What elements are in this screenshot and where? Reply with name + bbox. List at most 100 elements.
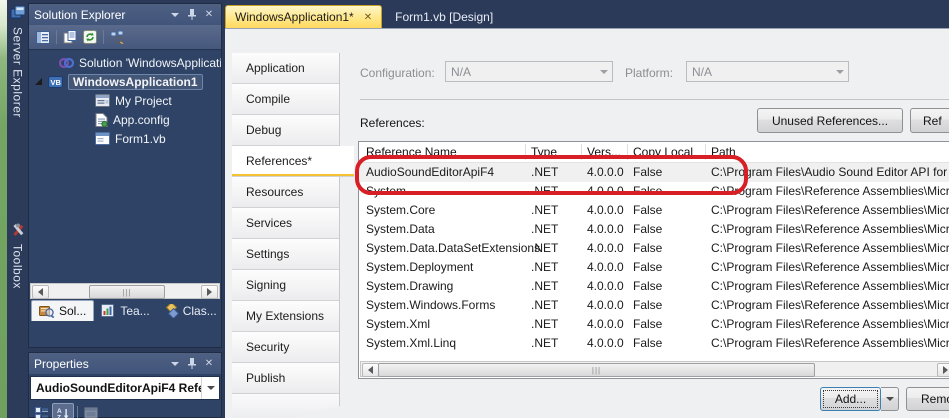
- cell-copy_local: False: [633, 334, 662, 353]
- alphabetical-sort-icon[interactable]: AZ: [52, 403, 74, 418]
- toolbox-icon: [10, 222, 26, 238]
- panel-tab-tea[interactable]: Tea...: [94, 301, 156, 321]
- tree-item-my-project[interactable]: My Project: [29, 91, 221, 110]
- reference-row-system-windows-forms[interactable]: System.Windows.Forms.NET4.0.0.0FalseC:\P…: [359, 296, 949, 315]
- solution-explorer-bottom-tabs: Sol...Tea...Clas...: [29, 299, 221, 321]
- designer-tab-references-[interactable]: References*: [232, 146, 354, 177]
- properties-titlebar[interactable]: Properties ✕: [29, 353, 221, 374]
- scroll-right-arrow[interactable]: [201, 285, 218, 299]
- designer-tab-compile[interactable]: Compile: [232, 84, 339, 115]
- categorized-icon[interactable]: [32, 404, 52, 418]
- combo-dropdown-button[interactable]: [201, 377, 219, 399]
- designer-tab-debug[interactable]: Debug: [232, 115, 339, 146]
- tree-item-app-config[interactable]: App.config: [29, 110, 221, 129]
- reference-row-system-drawing[interactable]: System.Drawing.NET4.0.0.0FalseC:\Program…: [359, 277, 949, 296]
- cell-type: .NET: [531, 258, 558, 277]
- close-button[interactable]: ✕: [202, 357, 216, 371]
- cell-version: 4.0.0.0: [587, 239, 624, 258]
- close-icon[interactable]: ✕: [364, 12, 372, 23]
- class-view-tab-icon: [164, 304, 179, 318]
- sidebar-tab-label: Toolbox: [11, 244, 25, 289]
- tree-expander-icon[interactable]: [35, 78, 42, 85]
- platform-value: N/A: [692, 65, 712, 79]
- show-all-files-icon[interactable]: [60, 28, 80, 46]
- remove-reference-button[interactable]: Remove: [906, 387, 949, 411]
- properties-window-icon[interactable]: [33, 28, 53, 46]
- solution-explorer-titlebar[interactable]: Solution Explorer ✕: [29, 4, 221, 25]
- designer-tab-publish[interactable]: Publish: [232, 363, 339, 394]
- refresh-icon[interactable]: [80, 28, 100, 46]
- scroll-left-arrow[interactable]: [32, 285, 49, 299]
- sidebar-tab-server-explorer[interactable]: Server Explorer: [7, 0, 28, 217]
- reference-row-system-data[interactable]: System.Data.NET4.0.0.0FalseC:\Program Fi…: [359, 220, 949, 239]
- add-reference-button[interactable]: Add...: [820, 387, 881, 411]
- cell-type: .NET: [531, 201, 558, 220]
- cell-type: .NET: [531, 334, 558, 353]
- cell-copy_local: False: [633, 220, 662, 239]
- properties-toolbar: AZ: [29, 400, 221, 418]
- sidebar-tab-label: Server Explorer: [11, 27, 25, 118]
- designer-tab-list: ApplicationCompileDebugReferences*Resour…: [232, 53, 340, 394]
- chevron-down-icon: [886, 397, 894, 401]
- view-class-diagram-icon[interactable]: [107, 28, 127, 46]
- cell-name: System.Drawing: [366, 277, 453, 296]
- cell-name: System.Core: [366, 201, 435, 220]
- close-icon: ✕: [205, 9, 213, 20]
- cell-name: System.Data: [366, 220, 435, 239]
- svg-text:VB: VB: [51, 78, 62, 87]
- panel-title-text: Solution Explorer: [34, 8, 125, 22]
- close-button[interactable]: ✕: [202, 8, 216, 22]
- vs2010-window: Server Explorer Toolbox Solution Explore…: [0, 0, 949, 418]
- pin-button[interactable]: [185, 357, 199, 371]
- vb-project-icon: VB: [48, 75, 63, 89]
- solution-tree[interactable]: Solution 'WindowsApplicatioVBWindowsAppl…: [29, 50, 221, 283]
- tree-item-form1-vb[interactable]: Form1.vb: [29, 129, 221, 148]
- window-menu-button[interactable]: [168, 357, 182, 371]
- cell-path: C:\Program Files\Reference Assemblies\Mi…: [711, 220, 949, 239]
- scroll-right-arrow[interactable]: [937, 363, 949, 377]
- scrollbar-thumb[interactable]: |||: [378, 363, 815, 377]
- designer-tab-services[interactable]: Services: [232, 208, 339, 239]
- autohide-tab-strip: Server Explorer Toolbox: [7, 0, 28, 418]
- scrollbar-thumb[interactable]: |||: [89, 285, 165, 299]
- document-tab-label: WindowsApplication1*: [235, 10, 354, 24]
- tree-item-solution-windowsapplicatio[interactable]: Solution 'WindowsApplicatio: [29, 53, 221, 72]
- panel-tab-sol[interactable]: Sol...: [31, 300, 94, 321]
- unused-references-button[interactable]: Unused References...: [757, 108, 903, 133]
- chevron-down-icon: [207, 386, 215, 390]
- tab-windowsapplication1[interactable]: WindowsApplication1* ✕: [225, 5, 382, 28]
- designer-tab-signing[interactable]: Signing: [232, 270, 339, 301]
- designer-tab-security[interactable]: Security: [232, 332, 339, 363]
- cell-copy_local: False: [633, 201, 662, 220]
- cell-version: 4.0.0.0: [587, 315, 624, 334]
- designer-tab-my-extensions[interactable]: My Extensions: [232, 301, 339, 332]
- references-hscrollbar[interactable]: |||: [360, 361, 949, 377]
- reference-row-system-xml-linq[interactable]: System.Xml.Linq.NET4.0.0.0FalseC:\Progra…: [359, 334, 949, 353]
- solution-explorer-panel: Solution Explorer ✕ Solution 'Wi: [28, 3, 222, 348]
- chevron-down-icon: [600, 70, 608, 74]
- reference-row-system-core[interactable]: System.Core.NET4.0.0.0FalseC:\Program Fi…: [359, 201, 949, 220]
- solution-tree-hscrollbar[interactable]: |||: [30, 283, 220, 299]
- cell-copy_local: False: [633, 239, 662, 258]
- window-menu-button[interactable]: [168, 8, 182, 22]
- designer-tab-application[interactable]: Application: [232, 53, 339, 84]
- cell-type: .NET: [531, 315, 558, 334]
- add-reference-dropdown[interactable]: [881, 387, 899, 411]
- designer-tab-resources[interactable]: Resources: [232, 177, 339, 208]
- cell-version: 4.0.0.0: [587, 296, 624, 315]
- reference-row-system-data-datasetextensions[interactable]: System.Data.DataSetExtensions.NET4.0.0.0…: [359, 239, 949, 258]
- reference-row-system-xml[interactable]: System.Xml.NET4.0.0.0FalseC:\Program Fil…: [359, 315, 949, 334]
- sidebar-tab-toolbox[interactable]: Toolbox: [7, 217, 28, 352]
- reference-paths-button[interactable]: Ref: [910, 108, 949, 133]
- designer-tab-settings[interactable]: Settings: [232, 239, 339, 270]
- reference-row-system-deployment[interactable]: System.Deployment.NET4.0.0.0FalseC:\Prog…: [359, 258, 949, 277]
- solution-icon: [59, 57, 74, 69]
- object-selector-combobox[interactable]: AudioSoundEditorApiF4 Refe: [30, 376, 220, 400]
- tab-form1-design[interactable]: Form1.vb [Design]: [386, 6, 502, 28]
- scroll-left-arrow[interactable]: [362, 363, 379, 377]
- document-tab-label: Form1.vb [Design]: [395, 10, 493, 24]
- tree-item-windowsapplication1[interactable]: VBWindowsApplication1: [29, 72, 221, 91]
- panel-tab-clas[interactable]: Clas...: [157, 301, 224, 321]
- chevron-down-icon: [171, 362, 179, 366]
- pin-button[interactable]: [185, 8, 199, 22]
